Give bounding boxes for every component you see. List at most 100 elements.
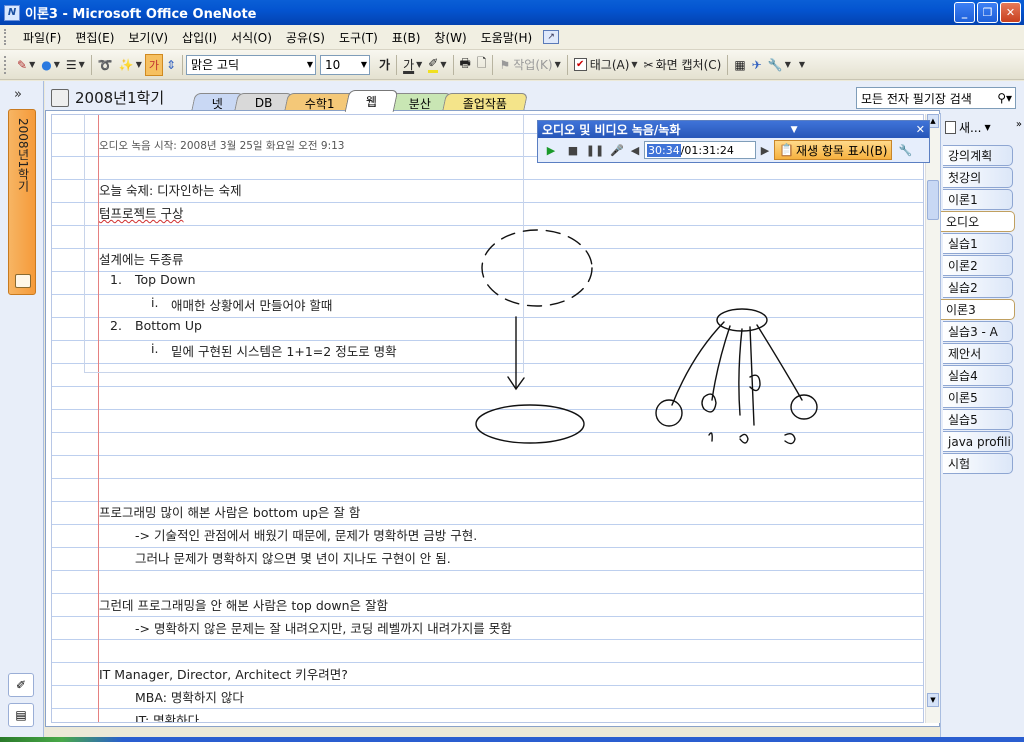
menu-file[interactable]: 파일(F): [16, 27, 68, 48]
page-tab-14[interactable]: java profili: [943, 431, 1013, 452]
ink-child-node-2: [701, 393, 717, 413]
help-search-icon[interactable]: ↗: [543, 30, 560, 44]
line-weight-icon: ☰: [65, 57, 77, 72]
page-tab-5[interactable]: 실습1: [943, 233, 1013, 254]
menu-insert[interactable]: 삽입(I): [175, 27, 224, 48]
page-tab-8[interactable]: 이론3: [941, 299, 1015, 320]
menu-tools[interactable]: 도구(T): [332, 27, 385, 48]
toolbar-grip[interactable]: [4, 55, 10, 74]
print-button[interactable]: 🖶: [457, 54, 474, 76]
ink-oval: [475, 404, 585, 444]
close-icon[interactable]: ✕: [916, 123, 925, 136]
onenote-app-icon[interactable]: N: [4, 4, 20, 21]
unfiled-notes-button[interactable]: ✐: [8, 673, 34, 697]
toolbar-options-icon[interactable]: ▼: [791, 125, 798, 135]
fast-forward-button[interactable]: ▶: [760, 141, 770, 159]
new-page-button[interactable]: 새... ▼: [945, 119, 991, 136]
page-tabs-scroll-icon[interactable]: »: [1016, 119, 1022, 130]
new-page-label: 새...: [959, 121, 982, 135]
restore-button[interactable]: ❐: [977, 2, 998, 23]
page-tab-11[interactable]: 실습4: [943, 365, 1013, 386]
note-page[interactable]: 오디오 녹음 시작: 2008년 3월 25일 화요일 오전 9:13 오늘 숙…: [51, 114, 924, 723]
section-tab-label: 수학1: [304, 96, 335, 111]
lasso-button[interactable]: ➰: [95, 54, 116, 76]
print-preview-icon: 🗋: [476, 56, 487, 70]
menu-share[interactable]: 공유(S): [279, 27, 332, 48]
bold-button[interactable]: 가: [376, 54, 393, 76]
toolbar-overflow[interactable]: ▼: [794, 54, 808, 76]
font-name-select[interactable]: 맑은 고딕 ▼: [186, 54, 317, 75]
line-style-button[interactable]: ☰ ▼: [63, 54, 88, 76]
play-button[interactable]: ▶: [542, 141, 560, 159]
menu-help[interactable]: 도움말(H): [474, 27, 540, 48]
menu-view[interactable]: 보기(V): [121, 27, 175, 48]
page-tab-13[interactable]: 실습5: [943, 409, 1013, 430]
font-color-button[interactable]: ✐ ▼: [425, 54, 449, 76]
minimize-button[interactable]: _: [954, 2, 975, 23]
highlight-icon: 가: [403, 58, 415, 72]
rewind-button[interactable]: ◀: [630, 141, 640, 159]
pause-button[interactable]: ❚❚: [586, 141, 604, 159]
screen-clip-icon: ✂: [643, 57, 654, 72]
checkbox-icon: ✔: [573, 58, 587, 71]
ink-child-node-1: [655, 399, 683, 427]
section-tab-3[interactable]: 웹: [344, 90, 399, 112]
highlight-color-button[interactable]: 가 ▼: [400, 54, 425, 76]
page-vertical-scrollbar[interactable]: ▲ ▼: [925, 114, 940, 723]
search-all-notebooks-input[interactable]: 모든 전자 필기장 검색 ⚲▾: [856, 87, 1016, 109]
page-tab-10[interactable]: 제안서: [943, 343, 1013, 364]
eraser-button[interactable]: ✨ ▼: [116, 54, 145, 76]
research-icon: ✈: [751, 57, 762, 72]
notebook-tab[interactable]: 2008년1학기: [8, 109, 36, 295]
bold-label: 가: [379, 58, 391, 72]
task-button[interactable]: ⚑ 작업(K) ▼: [496, 54, 563, 76]
notebook-list-button[interactable]: ▤: [8, 703, 34, 727]
menu-grip[interactable]: [4, 29, 10, 45]
record-options-button[interactable]: 🎤: [608, 141, 626, 159]
menu-window[interactable]: 창(W): [427, 27, 473, 48]
audio-toolbar-title: 오디오 및 비디오 녹음/녹화: [542, 123, 681, 137]
pen-icon: ✎: [17, 57, 28, 72]
page-tab-9[interactable]: 실습3 - A: [943, 321, 1013, 342]
window-title: 이론3 - Microsoft Office OneNote: [25, 7, 257, 22]
type-mode-button[interactable]: 가: [144, 53, 163, 76]
show-playback-button[interactable]: 📋 재생 항목 표시(B): [774, 140, 893, 160]
notebook-title[interactable]: 2008년1학기: [51, 87, 164, 108]
audio-options-button[interactable]: 🔧: [896, 141, 914, 159]
screen-clip-button[interactable]: ✂ 화면 캡처(C): [641, 54, 725, 76]
expand-pane-icon[interactable]: »: [14, 87, 22, 102]
table-button[interactable]: ▦: [731, 54, 748, 76]
audio-toolbar-header[interactable]: 오디오 및 비디오 녹음/녹화 ▼ ✕: [538, 121, 929, 138]
page-tab-12[interactable]: 이론5: [943, 387, 1013, 408]
tag-button[interactable]: ✔ 태그(A) ▼: [571, 54, 641, 76]
close-button[interactable]: ✕: [1000, 2, 1021, 23]
type-mode-icon: 가: [148, 58, 159, 72]
menu-format[interactable]: 서식(O): [224, 27, 279, 48]
print-preview-button[interactable]: 🗋: [474, 54, 490, 76]
page-canvas-frame: 오디오 녹음 시작: 2008년 3월 25일 화요일 오전 9:13 오늘 숙…: [45, 110, 940, 727]
stop-button[interactable]: ■: [564, 141, 582, 159]
scroll-thumb[interactable]: [927, 180, 939, 220]
pen-color-button[interactable]: ● ▼: [38, 54, 63, 76]
playback-position-slider[interactable]: 30:34 / 01:31:24: [644, 141, 756, 159]
insert-space-button[interactable]: ⇕: [163, 54, 179, 76]
font-size-select[interactable]: 10 ▼: [320, 54, 371, 75]
page-tab-1[interactable]: 강의계획: [943, 145, 1013, 166]
menu-edit[interactable]: 편집(E): [68, 27, 121, 48]
search-icon[interactable]: ⚲▾: [997, 91, 1012, 105]
ink-drawing[interactable]: [52, 115, 924, 723]
page-tab-2[interactable]: 첫강의: [943, 167, 1013, 188]
page-tab-15[interactable]: 시험: [943, 453, 1013, 474]
page-tab-4[interactable]: 오디오: [941, 211, 1015, 232]
chevron-down-icon: ▼: [984, 123, 991, 132]
section-tab-label: 웹: [366, 95, 378, 109]
page-tab-7[interactable]: 실습2: [943, 277, 1013, 298]
menu-table[interactable]: 표(B): [385, 27, 428, 48]
magic-wand-icon: ✨: [118, 57, 134, 72]
pen-tool-button[interactable]: ✎ ▼: [14, 54, 38, 76]
options-button[interactable]: 🔧 ▼: [765, 54, 794, 76]
page-tab-3[interactable]: 이론1: [943, 189, 1013, 210]
scroll-down-arrow[interactable]: ▼: [927, 693, 939, 707]
research-button[interactable]: ✈: [749, 54, 765, 76]
page-tab-6[interactable]: 이론2: [943, 255, 1013, 276]
